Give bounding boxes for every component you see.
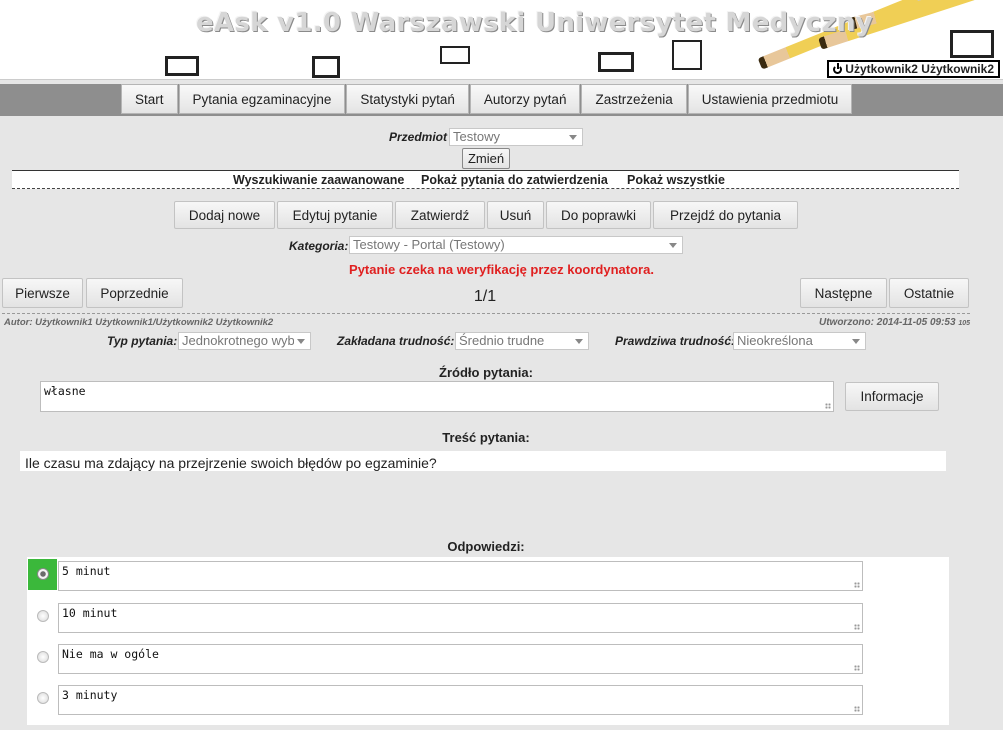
banner-decoration — [950, 30, 994, 58]
nav-exam-questions[interactable]: Pytania egzaminacyjne — [178, 84, 346, 114]
assumed-difficulty-value: Średnio trudne — [459, 333, 545, 348]
answer-field[interactable]: 10 minut — [58, 603, 863, 633]
answer-text: 3 minuty — [62, 688, 118, 702]
user-logout-button[interactable]: Użytkownik2 Użytkownik2 — [827, 60, 1000, 78]
chevron-down-icon — [575, 339, 583, 344]
approve-button[interactable]: Zatwierdź — [395, 201, 485, 229]
main-nav: Start Pytania egzaminacyjne Statystyki p… — [121, 84, 853, 114]
created-value: 2014-11-05 09:53 — [876, 317, 956, 328]
answer-radio[interactable] — [37, 692, 49, 704]
real-difficulty-select[interactable]: Nieokreślona — [733, 332, 866, 350]
source-field[interactable]: własne — [40, 381, 834, 412]
app-title: eAsk v1.0 Warszawski Uniwersytet Medyczn… — [196, 8, 874, 38]
answer-field[interactable]: 3 minuty — [58, 685, 863, 715]
nav-statistics[interactable]: Statystyki pytań — [346, 84, 469, 114]
answer-radio[interactable] — [37, 651, 49, 663]
change-subject-button[interactable]: Zmień — [462, 148, 510, 169]
chevron-down-icon — [569, 135, 577, 140]
question-title: Treść pytania: — [442, 430, 530, 445]
subject-select[interactable]: Testowy — [449, 128, 583, 146]
info-button[interactable]: Informacje — [845, 382, 939, 411]
assumed-difficulty-label: Zakładana trudność: — [337, 334, 455, 348]
previous-page-button[interactable]: Poprzednie — [86, 278, 183, 308]
show-pending-link[interactable]: Pokaż pytania do zatwierdzenia — [421, 173, 608, 187]
nav-start[interactable]: Start — [121, 84, 178, 114]
status-message: Pytanie czeka na weryfikację przez koord… — [349, 262, 654, 277]
real-difficulty-value: Nieokreślona — [737, 333, 813, 348]
subject-select-value: Testowy — [453, 129, 500, 144]
nav-subject-settings[interactable]: Ustawienia przedmiotu — [687, 84, 853, 114]
power-icon — [833, 62, 843, 74]
divider — [2, 313, 970, 314]
question-type-select[interactable]: Jednokrotnego wyb — [178, 332, 311, 350]
category-select[interactable]: Testowy - Portal (Testowy) — [349, 236, 683, 254]
resize-grip-icon[interactable] — [854, 582, 860, 588]
show-all-link[interactable]: Pokaż wszystkie — [627, 173, 725, 187]
goto-question-button[interactable]: Przejdź do pytania — [653, 201, 798, 229]
resize-grip-icon[interactable] — [854, 706, 860, 712]
edit-question-button[interactable]: Edytuj pytanie — [277, 201, 393, 229]
answer-text: Nie ma w ogóle — [62, 647, 159, 661]
answer-text: 5 minut — [62, 564, 111, 578]
created-label: Utworzono: — [818, 317, 874, 328]
nav-objections[interactable]: Zastrzeżenia — [581, 84, 687, 114]
author-info: Autor: Użytkownik1 Użytkownik1/Użytkowni… — [4, 317, 274, 328]
assumed-difficulty-select[interactable]: Średnio trudne — [455, 332, 589, 350]
banner-decoration — [312, 56, 340, 78]
created-suffix: 105 — [958, 320, 970, 327]
answer-field[interactable]: 5 minut — [58, 561, 863, 591]
add-new-button[interactable]: Dodaj nowe — [174, 201, 275, 229]
answer-text: 10 minut — [62, 606, 118, 620]
answer-field[interactable]: Nie ma w ogóle — [58, 644, 863, 674]
last-page-button[interactable]: Ostatnie — [889, 278, 969, 308]
header-banner: eAsk v1.0 Warszawski Uniwersytet Medyczn… — [0, 0, 1003, 80]
question-type-label: Typ pytania: — [107, 334, 178, 348]
question-text: Ile czasu ma zdający na przejrzenie swoi… — [25, 455, 437, 471]
real-difficulty-label: Prawdziwa trudność: — [615, 334, 736, 348]
chevron-down-icon — [852, 339, 860, 344]
first-page-button[interactable]: Pierwsze — [2, 278, 83, 308]
category-label: Kategoria: — [289, 239, 349, 253]
next-page-button[interactable]: Następne — [800, 278, 887, 308]
banner-decoration — [165, 56, 199, 76]
source-value: własne — [44, 384, 86, 398]
delete-button[interactable]: Usuń — [487, 201, 544, 229]
subject-label: Przedmiot — [389, 130, 448, 144]
user-name: Użytkownik2 Użytkownik2 — [845, 62, 994, 76]
resize-grip-icon[interactable] — [854, 665, 860, 671]
chevron-down-icon — [669, 243, 677, 248]
answers-title: Odpowiedzi: — [447, 539, 525, 554]
banner-decoration — [440, 46, 470, 64]
banner-decoration — [672, 40, 702, 70]
answer-radio[interactable] — [37, 568, 49, 580]
chevron-down-icon — [297, 339, 305, 344]
banner-decoration — [598, 52, 634, 72]
advanced-search-link[interactable]: Wyszukiwanie zaawanowane — [233, 173, 404, 187]
source-title: Źródło pytania: — [439, 365, 533, 380]
answer-radio[interactable] — [37, 610, 49, 622]
created-info: Utworzono: 2014-11-05 09:53 105 — [760, 317, 970, 328]
resize-grip-icon[interactable] — [854, 624, 860, 630]
page-counter: 1/1 — [473, 288, 497, 305]
resize-grip-icon[interactable] — [825, 403, 831, 409]
category-select-value: Testowy - Portal (Testowy) — [353, 237, 505, 252]
question-type-value: Jednokrotnego wyb — [182, 333, 294, 348]
nav-authors[interactable]: Autorzy pytań — [469, 84, 581, 114]
to-fix-button[interactable]: Do poprawki — [546, 201, 651, 229]
